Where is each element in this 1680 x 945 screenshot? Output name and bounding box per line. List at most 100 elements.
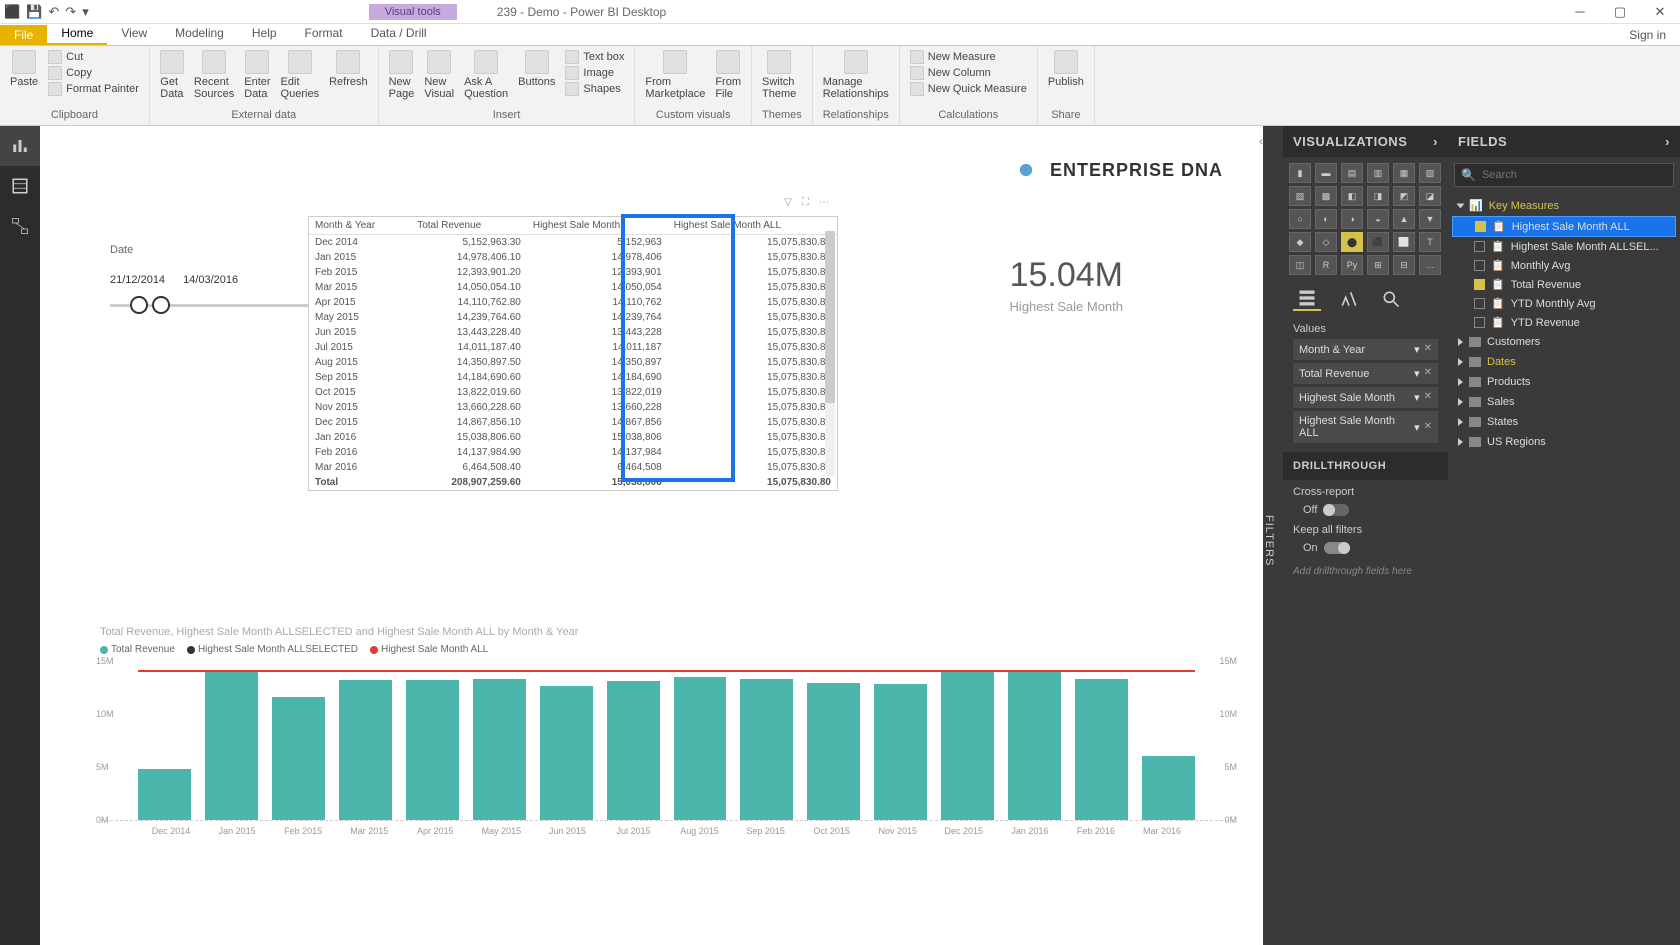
shapes-button[interactable]: Shapes	[565, 82, 624, 96]
save-icon[interactable]: 💾	[26, 4, 42, 20]
data-view-button[interactable]	[0, 166, 40, 206]
chart-bar[interactable]	[674, 677, 727, 820]
chart-bar[interactable]	[205, 671, 258, 820]
report-view-button[interactable]	[0, 126, 40, 166]
table-group[interactable]: US Regions	[1452, 432, 1676, 452]
checkbox-icon[interactable]	[1474, 298, 1485, 309]
chart-bar[interactable]	[1008, 671, 1061, 820]
textbox-button[interactable]: Text box	[565, 50, 624, 64]
table-row[interactable]: Feb 201512,393,901.2012,393,90115,075,83…	[309, 265, 837, 280]
sign-in-link[interactable]: Sign in	[1615, 25, 1680, 45]
viz-type-icon[interactable]: ◆	[1289, 232, 1311, 252]
ask-question-button[interactable]: Ask A Question	[464, 50, 508, 100]
search-input[interactable]	[1482, 169, 1667, 181]
copy-button[interactable]: Copy	[48, 66, 139, 80]
remove-field-icon[interactable]: ✕	[1424, 367, 1432, 380]
collapse-pane-icon[interactable]: ‹	[1259, 134, 1263, 148]
maximize-button[interactable]: ▢	[1600, 0, 1640, 24]
viz-type-icon[interactable]: ◨	[1367, 186, 1389, 206]
tab-modeling[interactable]: Modeling	[161, 23, 238, 45]
filters-pane-collapsed[interactable]: FILTERS	[1263, 126, 1283, 945]
viz-type-icon[interactable]: R	[1315, 255, 1337, 275]
date-slicer[interactable]: Date 21/12/2014 14/03/2016	[110, 244, 310, 307]
remove-field-icon[interactable]: ✕	[1424, 391, 1432, 404]
viz-type-icon[interactable]: ◫	[1289, 255, 1311, 275]
viz-type-icon[interactable]: ◐	[1315, 209, 1337, 229]
table-row[interactable]: Mar 201514,050,054.1014,050,05415,075,83…	[309, 280, 837, 295]
model-view-button[interactable]	[0, 206, 40, 246]
table-header[interactable]: Total Revenue	[411, 217, 527, 235]
field-item[interactable]: 📋Highest Sale Month ALLSEL...	[1452, 237, 1676, 256]
viz-type-icon[interactable]: ⬜	[1393, 232, 1415, 252]
report-canvas[interactable]: ‹ ENTERPRISE DNA Date 21/12/2014 14/03/2…	[40, 126, 1263, 945]
chart-visual[interactable]: Total Revenue, Highest Sale Month ALLSEL…	[100, 626, 1233, 821]
viz-type-icon[interactable]: ▼	[1419, 209, 1441, 229]
table-group[interactable]: Sales	[1452, 392, 1676, 412]
viz-type-icon[interactable]: ⊞	[1367, 255, 1389, 275]
tab-help[interactable]: Help	[238, 23, 291, 45]
slicer-handle-left[interactable]	[130, 296, 148, 314]
new-visual-button[interactable]: New Visual	[424, 50, 454, 100]
table-row[interactable]: Jul 201514,011,187.4014,011,18715,075,83…	[309, 340, 837, 355]
filter-icon[interactable]: ▽	[784, 197, 792, 208]
chart-bar[interactable]	[1142, 756, 1195, 820]
focus-icon[interactable]: ⛶	[802, 197, 809, 208]
qat-dropdown-icon[interactable]: ▾	[82, 4, 89, 20]
checkbox-icon[interactable]	[1474, 317, 1485, 328]
slicer-track[interactable]	[110, 304, 310, 307]
more-icon[interactable]: ⋯	[819, 197, 829, 208]
publish-button[interactable]: Publish	[1048, 50, 1084, 88]
table-header[interactable]: Highest Sale Month ALL	[668, 217, 837, 235]
chart-bar[interactable]	[1075, 679, 1128, 820]
chevron-right-icon[interactable]: ›	[1433, 134, 1438, 149]
viz-type-icon[interactable]: ▨	[1289, 186, 1311, 206]
edit-queries-button[interactable]: Edit Queries	[281, 50, 320, 100]
table-row[interactable]: Mar 20166,464,508.406,464,50815,075,830.…	[309, 460, 837, 475]
viz-type-icon[interactable]: ⬤	[1341, 232, 1363, 252]
legend-item[interactable]: Total Revenue	[100, 644, 175, 655]
table-visual[interactable]: ▽ ⛶ ⋯ Month & YearTotal RevenueHighest S…	[308, 216, 838, 491]
paste-button[interactable]: Paste	[10, 50, 38, 88]
keep-filters-toggle[interactable]: On	[1293, 540, 1438, 556]
file-tab[interactable]: File	[0, 25, 47, 45]
viz-type-icon[interactable]: ▤	[1341, 163, 1363, 183]
undo-icon[interactable]: ↶	[48, 4, 59, 20]
new-column-button[interactable]: New Column	[910, 66, 1027, 80]
viz-type-icon[interactable]: ▬	[1315, 163, 1337, 183]
table-header[interactable]: Month & Year	[309, 217, 411, 235]
minimize-button[interactable]: ─	[1560, 0, 1600, 24]
table-group[interactable]: Dates	[1452, 352, 1676, 372]
viz-type-icon[interactable]: ◪	[1419, 186, 1441, 206]
table-row[interactable]: Sep 201514,184,690.6014,184,69015,075,83…	[309, 370, 837, 385]
chart-bar[interactable]	[272, 697, 325, 820]
viz-type-icon[interactable]: ◒	[1367, 209, 1389, 229]
table-row[interactable]: May 201514,239,764.6014,239,76415,075,83…	[309, 310, 837, 325]
field-well[interactable]: Highest Sale Month ALL▾✕	[1293, 411, 1438, 443]
chart-bar[interactable]	[607, 681, 660, 820]
chart-bar[interactable]	[807, 683, 860, 820]
cut-button[interactable]: Cut	[48, 50, 139, 64]
chart-bar[interactable]	[941, 672, 994, 820]
table-group[interactable]: States	[1452, 412, 1676, 432]
table-group[interactable]: Customers	[1452, 332, 1676, 352]
checkbox-icon[interactable]	[1474, 241, 1485, 252]
field-item[interactable]: 📋Monthly Avg	[1452, 256, 1676, 275]
fields-header[interactable]: FIELDS ›	[1448, 126, 1680, 157]
viz-type-icon[interactable]: ▩	[1315, 186, 1337, 206]
checkbox-icon[interactable]	[1474, 279, 1485, 290]
chart-bar[interactable]	[339, 680, 392, 820]
viz-type-icon[interactable]: ◧	[1341, 186, 1363, 206]
table-scrollbar[interactable]	[825, 231, 835, 476]
table-row[interactable]: Nov 201513,660,228.6013,660,22815,075,83…	[309, 400, 837, 415]
new-page-button[interactable]: New Page	[389, 50, 415, 100]
tab-format[interactable]: Format	[291, 23, 357, 45]
visualizations-header[interactable]: VISUALIZATIONS ›	[1283, 126, 1448, 157]
table-row[interactable]: Dec 201514,867,856.1014,867,85615,075,83…	[309, 415, 837, 430]
legend-item[interactable]: Highest Sale Month ALLSELECTED	[187, 644, 358, 655]
table-row[interactable]: Aug 201514,350,897.5014,350,89715,075,83…	[309, 355, 837, 370]
viz-type-icon[interactable]: T	[1419, 232, 1441, 252]
tab-view[interactable]: View	[107, 23, 161, 45]
field-well[interactable]: Month & Year▾✕	[1293, 339, 1438, 360]
chevron-right-icon[interactable]: ›	[1665, 134, 1670, 149]
drillthrough-hint[interactable]: Add drillthrough fields here	[1283, 562, 1448, 581]
